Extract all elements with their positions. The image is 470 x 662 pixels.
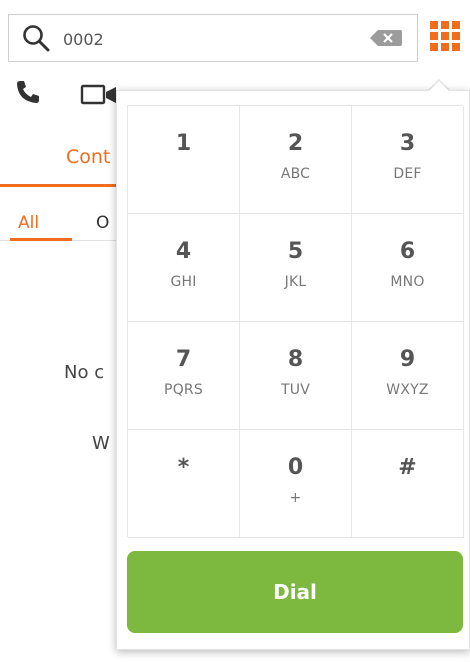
search-input[interactable]	[63, 25, 363, 53]
key-letters: PQRS	[164, 382, 203, 398]
key-0[interactable]: 0 +	[240, 430, 352, 538]
key-8[interactable]: 8 TUV	[240, 322, 352, 430]
key-5[interactable]: 5 JKL	[240, 214, 352, 322]
key-letters: WXYZ	[386, 382, 429, 398]
empty-state-text: No c	[64, 362, 105, 383]
popup-arrow-fill	[428, 81, 450, 92]
phone-icon[interactable]	[14, 78, 42, 106]
dialpad-grid-icon[interactable]	[428, 19, 462, 53]
key-digit: 9	[399, 347, 416, 372]
key-3[interactable]: 3 DEF	[352, 106, 464, 214]
app-window: Cont All O No c W 1 2 ABC 3 DEF 4 GHI	[0, 0, 470, 662]
key-2[interactable]: 2 ABC	[240, 106, 352, 214]
video-camera-icon[interactable]	[80, 82, 120, 108]
key-star[interactable]: *	[128, 430, 240, 538]
backspace-icon[interactable]	[369, 28, 403, 48]
key-digit: 0	[287, 455, 304, 480]
key-digit: 2	[287, 131, 304, 156]
key-digit: #	[398, 455, 417, 480]
key-digit: 1	[175, 131, 192, 156]
empty-state-subtext: W	[92, 433, 110, 454]
key-7[interactable]: 7 PQRS	[128, 322, 240, 430]
dial-button[interactable]: Dial	[127, 551, 463, 633]
sub-tab-other[interactable]: O	[96, 213, 109, 233]
key-digit: 4	[175, 239, 192, 264]
key-letters: TUV	[281, 382, 310, 398]
key-4[interactable]: 4 GHI	[128, 214, 240, 322]
key-hash[interactable]: #	[352, 430, 464, 538]
key-letters: +	[289, 490, 302, 506]
dialpad-popup: 1 2 ABC 3 DEF 4 GHI 5 JKL 6 MNO 7 PQRS 8…	[116, 90, 470, 650]
key-letters: MNO	[390, 274, 425, 290]
key-digit: 3	[399, 131, 416, 156]
sub-tab-all[interactable]: All	[18, 213, 39, 233]
key-letters: DEF	[393, 166, 422, 182]
key-digit: 5	[287, 239, 304, 264]
key-digit: 6	[399, 239, 416, 264]
key-letters: GHI	[170, 274, 197, 290]
key-9[interactable]: 9 WXYZ	[352, 322, 464, 430]
key-1[interactable]: 1	[128, 106, 240, 214]
key-digit: 8	[287, 347, 304, 372]
key-letters: ABC	[280, 166, 311, 182]
key-digit: 7	[175, 347, 192, 372]
key-digit: *	[177, 455, 190, 480]
dialpad-keys: 1 2 ABC 3 DEF 4 GHI 5 JKL 6 MNO 7 PQRS 8…	[127, 105, 464, 538]
tab-contacts[interactable]: Cont	[66, 146, 110, 168]
sub-tab-indicator	[10, 238, 72, 241]
search-icon	[23, 25, 50, 52]
key-6[interactable]: 6 MNO	[352, 214, 464, 322]
key-letters: JKL	[284, 274, 307, 290]
search-bar	[8, 14, 418, 62]
